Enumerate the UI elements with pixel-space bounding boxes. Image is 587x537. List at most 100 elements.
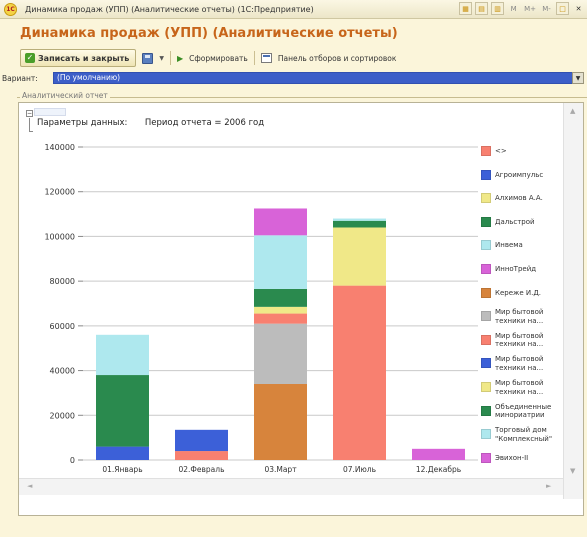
y-tick-label: 80000: [50, 277, 75, 286]
legend-item: Мир бытовой техники на...: [481, 331, 561, 349]
y-tick-label: 140000: [44, 143, 75, 152]
legend-item: Объединенные минориатрии: [481, 403, 561, 420]
legend-swatch: [481, 452, 491, 463]
legend-label: Мир бытовой техники на...: [495, 308, 544, 325]
x-tick-label: 02.Февраль: [179, 465, 225, 474]
bar-segment: [96, 446, 149, 460]
legend-label: Кереже И.Д.: [495, 288, 542, 297]
y-tick-label: 0: [70, 456, 75, 465]
bar-segment: [254, 235, 307, 289]
bar-segment: [333, 218, 386, 221]
vertical-scrollbar[interactable]: ▲ ▼: [563, 103, 583, 499]
legend-label: Торговый дом "Комплексный": [495, 426, 553, 443]
legend-item: Алхимов А.А.: [481, 193, 561, 204]
notes-icon[interactable]: ▥: [491, 2, 505, 15]
scroll-up-icon[interactable]: ▲: [570, 107, 575, 115]
tree-line: [29, 118, 30, 132]
legend-label: Мир бытовой техники на...: [495, 331, 544, 349]
collapse-icon[interactable]: −: [26, 110, 33, 117]
column-header: [34, 108, 66, 116]
bar-segment: [333, 227, 386, 286]
save-close-button[interactable]: ✓ Записать и закрыть: [20, 49, 137, 67]
legend-label: Мир бытовой техники на...: [495, 379, 544, 396]
bar-segment: [254, 323, 307, 384]
bar-segment: [254, 288, 307, 307]
legend-swatch: [481, 169, 491, 180]
legend-label: <>: [495, 147, 507, 155]
window-titlebar: 1С Динамика продаж (УПП) (Аналитические …: [0, 0, 587, 19]
x-tick-label: 01.Январь: [102, 465, 142, 474]
scroll-left-icon[interactable]: ◄: [27, 482, 32, 490]
legend-label: ИнноТрейд: [495, 265, 537, 273]
toolbar-separator: [169, 51, 171, 65]
bar-segment: [254, 306, 307, 314]
legend-swatch: [481, 146, 491, 156]
params-row: Параметры данных: Период отчета = 2006 г…: [37, 118, 264, 128]
toolbar-separator: [253, 51, 255, 65]
close-icon[interactable]: ✕: [572, 2, 585, 15]
play-icon[interactable]: ▶: [177, 54, 183, 63]
x-tick-label: 12.Декабрь: [416, 465, 461, 474]
legend-swatch: [481, 264, 491, 274]
params-label: Параметры данных:: [37, 118, 128, 128]
bar-segment: [254, 383, 307, 460]
bar-segment: [96, 375, 149, 447]
titlebar-buttons: ▦ ▤ ▥ M M+ M- □ ✕: [459, 2, 585, 15]
legend-swatch: [481, 405, 491, 416]
legend-label: Эвихон-II: [495, 453, 529, 462]
scroll-down-icon[interactable]: ▼: [570, 467, 575, 475]
legend-swatch: [481, 311, 491, 322]
legend-item: Инвема: [481, 240, 561, 251]
horizontal-scrollbar[interactable]: ◄ ►: [19, 478, 563, 495]
legend-item: Мир бытовой техники на...: [481, 308, 561, 325]
variant-row: Вариант: (По умолчанию) ▼: [0, 72, 587, 85]
filter-panel-icon[interactable]: [260, 53, 272, 63]
legend-item: ИнноТрейд: [481, 264, 561, 274]
filters-panel-button[interactable]: Панель отборов и сортировок: [278, 54, 397, 63]
sales-chart: 020000400006000080000100000120000140000 …: [44, 143, 478, 474]
bar-segment: [412, 448, 465, 460]
variant-label: Вариант:: [2, 74, 38, 83]
y-tick-label: 60000: [50, 322, 75, 331]
scroll-right-icon[interactable]: ►: [546, 482, 551, 490]
legend-label: Инвема: [495, 241, 523, 250]
legend-swatch: [481, 358, 491, 369]
legend-label: Дальстрой: [495, 217, 535, 226]
legend-item: Торговый дом "Комплексный": [481, 426, 561, 443]
y-tick-label: 100000: [44, 232, 75, 241]
variant-select[interactable]: (По умолчанию): [53, 72, 579, 84]
legend-label: Алхимов А.А.: [495, 194, 543, 203]
legend-item: Мир бытовой техники на...: [481, 379, 561, 396]
legend-swatch: [481, 334, 491, 345]
bar-segment: [175, 451, 228, 460]
bar-segment: [333, 285, 386, 460]
generate-button[interactable]: Сформировать: [189, 54, 248, 63]
bar-segment: [96, 334, 149, 376]
y-tick-label: 20000: [50, 411, 75, 420]
save-disk-icon[interactable]: [142, 52, 154, 64]
bar-segment: [333, 220, 386, 228]
bar-segment: [175, 429, 228, 452]
memory-minus-button[interactable]: M-: [540, 2, 553, 15]
legend-swatch: [481, 287, 491, 298]
app-logo-icon: 1С: [4, 2, 17, 16]
maximize-icon[interactable]: □: [556, 2, 569, 15]
tree-line: [29, 131, 33, 132]
legend-item: Мир бытовой техники на...: [481, 355, 561, 372]
memory-plus-button[interactable]: M+: [523, 2, 537, 15]
calendar-icon[interactable]: ▦: [459, 2, 473, 15]
legend-swatch: [481, 429, 491, 440]
params-value: Период отчета = 2006 год: [144, 118, 265, 128]
calculator-icon[interactable]: ▤: [475, 2, 489, 15]
y-tick-label: 120000: [44, 188, 75, 197]
y-tick-label: 40000: [50, 367, 75, 376]
bar-segment: [254, 208, 307, 236]
legend-item: <>: [481, 146, 561, 156]
bar-segment: [254, 313, 307, 324]
dropdown-arrow-icon[interactable]: ▼: [572, 72, 584, 84]
window-title: Динамика продаж (УПП) (Аналитические отч…: [25, 4, 314, 14]
memory-button[interactable]: M: [507, 2, 520, 15]
chevron-down-icon[interactable]: ▼: [159, 55, 164, 62]
legend-label: Мир бытовой техники на...: [495, 355, 544, 372]
legend-swatch: [481, 216, 491, 227]
